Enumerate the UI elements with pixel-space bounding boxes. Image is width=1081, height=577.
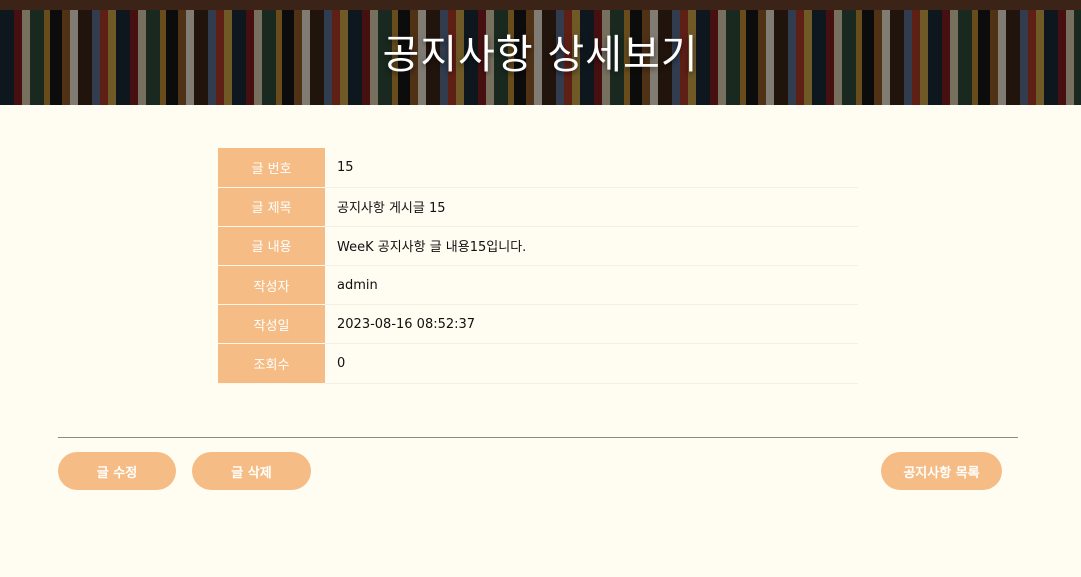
delete-button[interactable]: 글 삭제 xyxy=(192,452,311,490)
row-label-content: 글 내용 xyxy=(218,226,325,267)
edit-button[interactable]: 글 수정 xyxy=(58,452,176,490)
row-value-title: 공지사항 게시글 15 xyxy=(325,187,858,227)
row-value-content: WeeK 공지사항 글 내용15입니다. xyxy=(325,226,858,267)
table-row: 작성자 admin xyxy=(218,265,858,306)
notice-detail-table: 글 번호 15 글 제목 공지사항 게시글 15 글 내용 WeeK 공지사항 … xyxy=(218,148,858,384)
table-row: 글 번호 15 xyxy=(218,148,858,188)
page-title: 공지사항 상세보기 xyxy=(382,32,699,78)
shelf-edge xyxy=(0,0,1081,10)
row-label-title: 글 제목 xyxy=(218,187,325,227)
notice-list-button[interactable]: 공지사항 목록 xyxy=(881,452,1002,490)
row-value-author: admin xyxy=(325,265,858,306)
table-row: 글 내용 WeeK 공지사항 글 내용15입니다. xyxy=(218,226,858,267)
row-label-views: 조회수 xyxy=(218,343,325,384)
row-label-number: 글 번호 xyxy=(218,148,325,188)
row-label-date: 작성일 xyxy=(218,304,325,345)
row-value-date: 2023-08-16 08:52:37 xyxy=(325,304,858,345)
divider xyxy=(58,437,1018,438)
table-row: 글 제목 공지사항 게시글 15 xyxy=(218,187,858,227)
table-row: 작성일 2023-08-16 08:52:37 xyxy=(218,304,858,345)
row-value-number: 15 xyxy=(325,148,858,188)
row-value-views: 0 xyxy=(325,343,858,384)
header-banner: 공지사항 상세보기 xyxy=(0,0,1081,105)
table-row: 조회수 0 xyxy=(218,343,858,384)
row-label-author: 작성자 xyxy=(218,265,325,306)
